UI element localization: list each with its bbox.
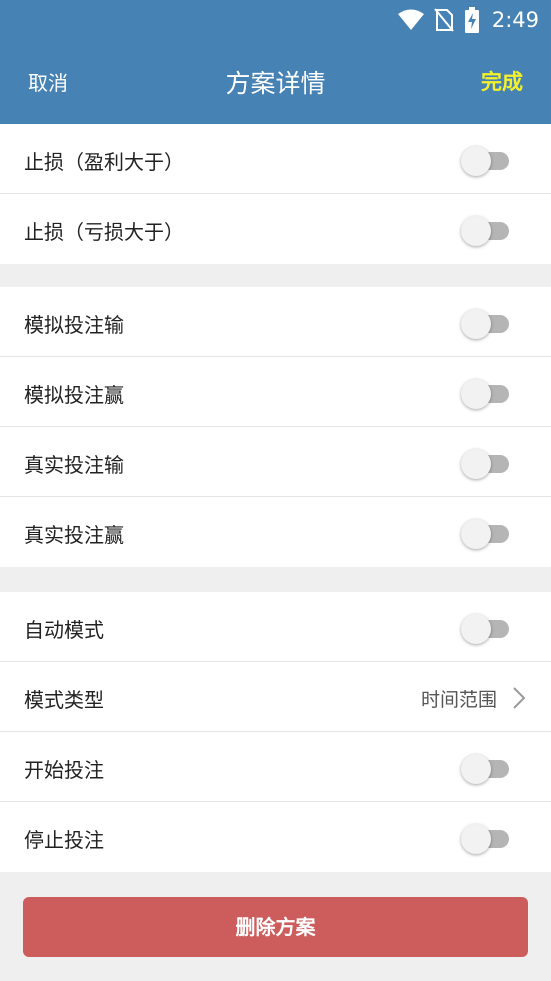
chevron-right-icon (513, 687, 525, 709)
row-label: 开始投注 (24, 758, 104, 782)
list-item: 止损（亏损大于） (0, 194, 551, 264)
list-item: 止损（盈利大于） (0, 124, 551, 194)
bet-result-group: 模拟投注输 模拟投注赢 真实投注输 真实投注赢 (0, 287, 551, 567)
battery-charging-icon (464, 7, 479, 33)
toggle-switch[interactable] (461, 519, 511, 549)
row-label: 止损（亏损大于） (24, 220, 184, 244)
no-sim-icon (434, 8, 454, 32)
status-time: 2:49 (491, 8, 539, 32)
nav-bar: 取消 方案详情 完成 (0, 40, 551, 124)
row-label: 止损（盈利大于） (24, 150, 184, 174)
row-label: 模拟投注输 (24, 313, 124, 337)
list-item: 自动模式 (0, 592, 551, 662)
row-label: 停止投注 (24, 828, 104, 852)
row-label: 真实投注赢 (24, 523, 124, 547)
toggle-switch[interactable] (461, 449, 511, 479)
row-label: 模式类型 (24, 688, 104, 712)
done-button[interactable]: 完成 (481, 66, 523, 96)
delete-plan-button[interactable]: 删除方案 (23, 897, 528, 957)
list-item: 模拟投注赢 (0, 357, 551, 427)
list-item: 模拟投注输 (0, 287, 551, 357)
list-item: 开始投注 (0, 732, 551, 802)
toggle-switch[interactable] (461, 614, 511, 644)
toggle-switch[interactable] (461, 824, 511, 854)
status-icons: 2:49 (397, 6, 539, 34)
toggle-switch[interactable] (461, 216, 511, 246)
row-label: 模拟投注赢 (24, 383, 124, 407)
page-title: 方案详情 (225, 69, 326, 98)
stop-loss-group: 止损（盈利大于） 止损（亏损大于） (0, 124, 551, 264)
toggle-switch[interactable] (461, 309, 511, 339)
status-bar: 2:49 (0, 0, 551, 40)
mode-type-row[interactable]: 模式类型 时间范围 (0, 662, 551, 732)
row-label: 真实投注输 (24, 453, 124, 477)
toggle-switch[interactable] (461, 146, 511, 176)
auto-mode-group: 自动模式 模式类型 时间范围 开始投注 停止投注 (0, 592, 551, 872)
list-item: 真实投注输 (0, 427, 551, 497)
mode-type-value: 时间范围 (420, 689, 497, 711)
toggle-switch[interactable] (461, 379, 511, 409)
row-label: 自动模式 (24, 618, 104, 642)
list-item: 停止投注 (0, 802, 551, 872)
wifi-icon (397, 9, 424, 30)
toggle-switch[interactable] (461, 754, 511, 784)
list-item: 真实投注赢 (0, 497, 551, 567)
